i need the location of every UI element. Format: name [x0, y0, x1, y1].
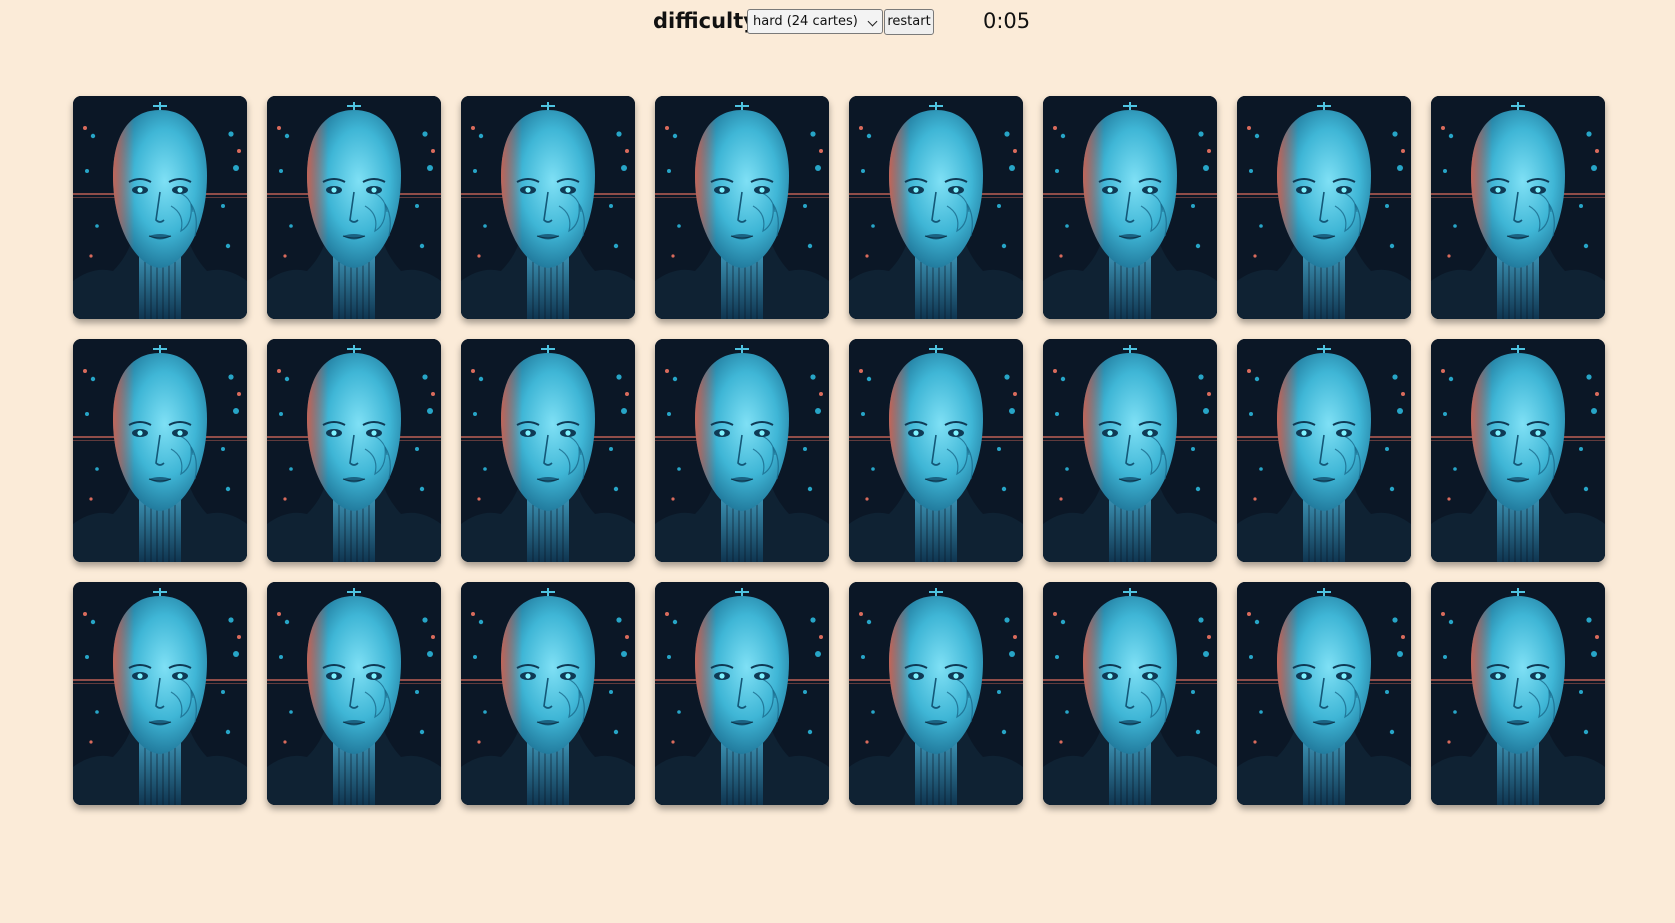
memory-card[interactable]	[267, 96, 441, 319]
memory-card[interactable]	[1237, 96, 1411, 319]
memory-card[interactable]	[1043, 582, 1217, 805]
robot-face-icon	[1237, 96, 1411, 319]
robot-face-icon	[461, 582, 635, 805]
memory-card[interactable]	[1431, 582, 1605, 805]
memory-card[interactable]	[267, 582, 441, 805]
memory-card[interactable]	[655, 96, 829, 319]
memory-card[interactable]	[655, 582, 829, 805]
toolbar: difficulty hard (24 cartes) restart 0:05	[0, 8, 1675, 38]
robot-face-icon	[849, 339, 1023, 562]
difficulty-select[interactable]: hard (24 cartes)	[747, 9, 883, 34]
memory-card[interactable]	[849, 339, 1023, 562]
difficulty-label: difficulty	[653, 9, 757, 33]
memory-card[interactable]	[1431, 96, 1605, 319]
memory-card[interactable]	[1431, 339, 1605, 562]
robot-face-icon	[1237, 339, 1411, 562]
memory-card[interactable]	[461, 339, 635, 562]
robot-face-icon	[73, 96, 247, 319]
robot-face-icon	[1431, 96, 1605, 319]
memory-card[interactable]	[73, 582, 247, 805]
robot-face-icon	[1237, 582, 1411, 805]
memory-card[interactable]	[655, 339, 829, 562]
robot-face-icon	[267, 339, 441, 562]
robot-face-icon	[461, 96, 635, 319]
chevron-down-icon	[867, 16, 878, 27]
robot-face-icon	[461, 339, 635, 562]
robot-face-icon	[849, 96, 1023, 319]
memory-card[interactable]	[1237, 339, 1411, 562]
robot-face-icon	[73, 339, 247, 562]
robot-face-icon	[655, 339, 829, 562]
robot-face-icon	[267, 582, 441, 805]
robot-face-icon	[655, 96, 829, 319]
robot-face-icon	[1431, 339, 1605, 562]
memory-card[interactable]	[73, 339, 247, 562]
robot-face-icon	[1043, 339, 1217, 562]
memory-card[interactable]	[849, 582, 1023, 805]
memory-card[interactable]	[1043, 96, 1217, 319]
card-board	[73, 96, 1605, 805]
memory-card[interactable]	[1043, 339, 1217, 562]
robot-face-icon	[267, 96, 441, 319]
robot-face-icon	[1043, 96, 1217, 319]
robot-face-icon	[1043, 582, 1217, 805]
memory-card[interactable]	[267, 339, 441, 562]
memory-card[interactable]	[1237, 582, 1411, 805]
robot-face-icon	[1431, 582, 1605, 805]
robot-face-icon	[849, 582, 1023, 805]
robot-face-icon	[73, 582, 247, 805]
memory-card[interactable]	[461, 582, 635, 805]
memory-card[interactable]	[849, 96, 1023, 319]
robot-face-icon	[655, 582, 829, 805]
memory-card[interactable]	[461, 96, 635, 319]
memory-card[interactable]	[73, 96, 247, 319]
restart-button[interactable]: restart	[884, 9, 934, 35]
timer-display: 0:05	[983, 9, 1031, 33]
difficulty-select-value: hard (24 cartes)	[753, 14, 858, 29]
